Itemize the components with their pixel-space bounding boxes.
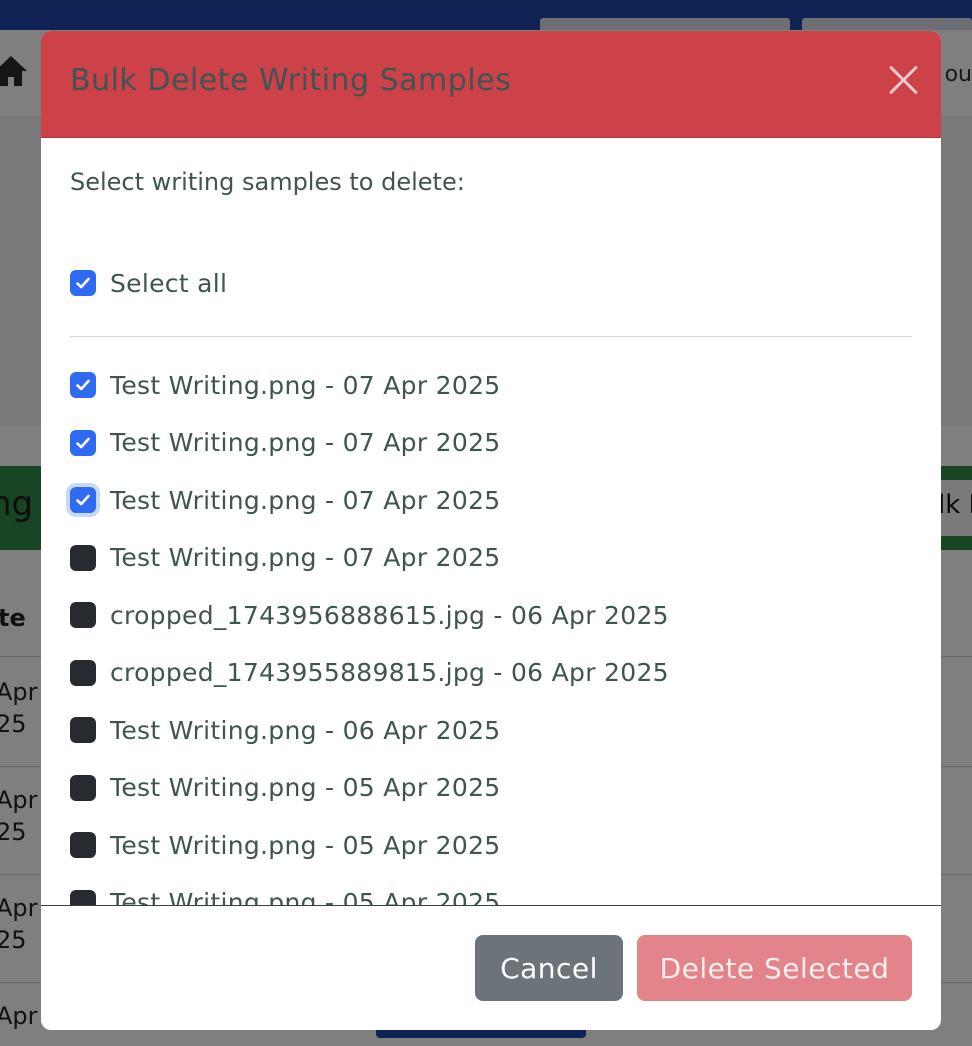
- sample-checkbox[interactable]: [70, 832, 96, 858]
- checkmark-icon: [76, 277, 90, 289]
- sample-label: Test Writing.png - 07 Apr 2025: [110, 428, 501, 457]
- sample-label: cropped_1743955889815.jpg - 06 Apr 2025: [110, 658, 669, 687]
- sample-label: Test Writing.png - 07 Apr 2025: [110, 543, 501, 572]
- sample-checkbox[interactable]: [70, 602, 96, 628]
- sample-checkbox[interactable]: [70, 889, 96, 905]
- sample-label: cropped_1743956888615.jpg - 06 Apr 2025: [110, 600, 669, 630]
- select-all-row[interactable]: Select all: [70, 266, 227, 300]
- sample-row[interactable]: Test Writing.png - 07 Apr 2025: [70, 541, 500, 575]
- sample-row[interactable]: Test Writing.png - 06 Apr 2025: [70, 713, 500, 747]
- divider: [70, 336, 912, 337]
- sample-row[interactable]: cropped_1743955889815.jpg - 06 Apr 2025: [70, 656, 669, 690]
- sample-checkbox[interactable]: [70, 429, 96, 456]
- modal-body: Select writing samples to delete: Select…: [41, 138, 941, 905]
- sample-label: Test Writing.png - 05 Apr 2025: [110, 888, 501, 905]
- sample-checkbox[interactable]: [70, 774, 96, 801]
- modal-title: Bulk Delete Writing Samples: [70, 63, 512, 98]
- sample-row[interactable]: cropped_1743956888615.jpg - 06 Apr 2025: [70, 598, 669, 632]
- sample-label: Test Writing.png - 07 Apr 2025: [110, 370, 501, 400]
- sample-label: Test Writing.png - 05 Apr 2025: [110, 773, 501, 802]
- modal-footer: Cancel Delete Selected: [41, 905, 941, 1030]
- checkmark-icon: [76, 379, 90, 391]
- sample-row[interactable]: Test Writing.png - 07 Apr 2025: [70, 368, 500, 402]
- delete-selected-button[interactable]: Delete Selected: [637, 935, 912, 1001]
- select-all-checkbox[interactable]: [70, 270, 96, 296]
- sample-checkbox[interactable]: [70, 372, 96, 398]
- sample-row[interactable]: Test Writing.png - 05 Apr 2025: [70, 886, 501, 905]
- sample-row[interactable]: Test Writing.png - 07 Apr 2025: [70, 426, 500, 460]
- sample-row[interactable]: Test Writing.png - 07 Apr 2025: [70, 483, 500, 517]
- select-all-label: Select all: [110, 268, 228, 298]
- sample-row[interactable]: Test Writing.png - 05 Apr 2025: [70, 828, 500, 862]
- sample-label: Test Writing.png - 06 Apr 2025: [110, 715, 501, 745]
- sample-checkbox[interactable]: [70, 544, 96, 571]
- sample-label: Test Writing.png - 07 Apr 2025: [110, 485, 501, 515]
- sample-checkbox[interactable]: [70, 487, 96, 513]
- checkmark-icon: [76, 494, 90, 506]
- cancel-button[interactable]: Cancel: [475, 935, 623, 1001]
- close-icon[interactable]: [885, 61, 921, 97]
- sample-checkbox[interactable]: [70, 717, 96, 743]
- modal-header: Bulk Delete Writing Samples: [41, 31, 941, 138]
- checkmark-icon: [76, 437, 90, 448]
- select-prompt: Select writing samples to delete:: [70, 168, 465, 196]
- sample-checkbox[interactable]: [70, 659, 96, 686]
- sample-row[interactable]: Test Writing.png - 05 Apr 2025: [70, 771, 500, 805]
- bulk-delete-modal: Bulk Delete Writing Samples Select writi…: [41, 31, 941, 1030]
- sample-label: Test Writing.png - 05 Apr 2025: [110, 830, 501, 860]
